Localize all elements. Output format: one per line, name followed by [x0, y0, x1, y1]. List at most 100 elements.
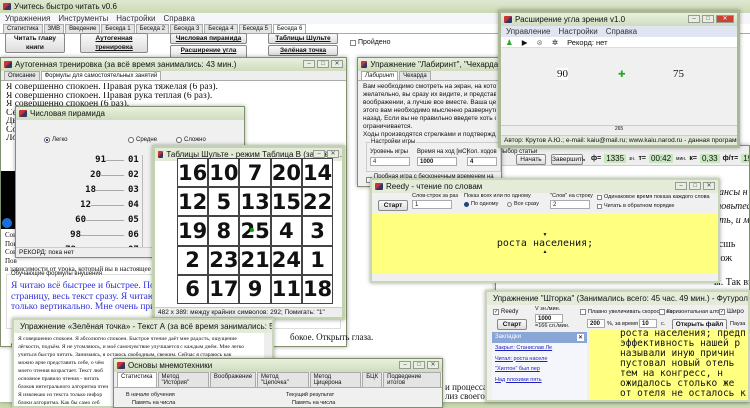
close-button[interactable]: ✕ — [703, 182, 715, 190]
schulte-cell[interactable]: 6 — [177, 274, 209, 304]
schulte-cell[interactable]: 18 — [301, 274, 334, 304]
schulte-cell[interactable]: 2 — [177, 245, 209, 275]
schulte-cell[interactable]: 14 — [301, 158, 334, 188]
green-dot-button[interactable]: Зелёная точка — [268, 45, 338, 56]
words-input[interactable]: 1 — [412, 200, 452, 209]
schulte-cell[interactable]: 3 — [301, 216, 334, 246]
wide-checkbox[interactable]: ✓ Широ — [719, 308, 744, 315]
schulte-cell[interactable]: 20 — [270, 158, 302, 188]
bookmark-link[interactable]: "Хилтон" был пер — [495, 364, 587, 375]
tab-formulas[interactable]: Формулы для самостоятельных занятий — [40, 71, 162, 80]
schulte-button[interactable]: Таблицы Шульте — [268, 33, 338, 44]
minimize-button[interactable]: – — [675, 182, 687, 190]
radio-medium[interactable]: Средне — [128, 137, 157, 143]
radio-all[interactable]: Все сразу — [507, 201, 539, 207]
speed-input[interactable]: 1000 — [535, 314, 563, 323]
menu-settings[interactable]: Настройки — [116, 14, 155, 23]
percent-input[interactable]: 200 — [587, 319, 605, 328]
tab-statistics[interactable]: Статистика — [3, 24, 43, 33]
schulte-cell[interactable]: 10 — [208, 158, 240, 188]
schulte-cell[interactable]: 7 — [239, 158, 271, 188]
minimize-button[interactable]: – — [313, 150, 325, 158]
menu-control[interactable]: Управление — [506, 27, 550, 36]
passed-checkbox[interactable]: Пройдено — [350, 39, 390, 46]
close-button[interactable]: ✕ — [331, 60, 343, 68]
schulte-cell[interactable]: 15 — [270, 187, 302, 217]
horizontal-scrollbar[interactable]: 265 — [501, 125, 737, 133]
schulte-cell[interactable]: 22 — [301, 187, 334, 217]
menu-help[interactable]: Справка — [606, 27, 637, 36]
bookmark-link[interactable]: Читал: роста населе — [495, 354, 587, 365]
play-icon[interactable]: ▶ — [522, 38, 528, 47]
close-button[interactable]: ✕ — [427, 361, 439, 369]
menu-exercises[interactable]: Упражнения — [5, 14, 50, 23]
tab-chain[interactable]: Метод "Цепочка" — [257, 372, 309, 387]
schulte-cell[interactable]: 8 — [208, 216, 240, 246]
close-button[interactable]: ✕ — [327, 150, 339, 158]
start-button[interactable]: Старт — [497, 319, 527, 330]
horizontal-checkbox[interactable]: Горизонтальная шторка — [659, 309, 728, 315]
finish-button[interactable]: Завершить — [551, 154, 585, 165]
tab-talk-1[interactable]: Беседа 1 — [101, 24, 135, 33]
bookmark-link[interactable]: Закрыт: Станислав Ле — [495, 343, 587, 354]
schulte-cell[interactable]: 12 — [177, 187, 209, 217]
schulte-cell[interactable]: 19 — [177, 216, 209, 246]
tab-leapfrog[interactable]: Чехарда — [399, 71, 431, 80]
tab-talk-5[interactable]: Беседа 5 — [238, 24, 272, 33]
pyramid-button[interactable]: Числовая пирамида — [170, 33, 247, 44]
start-button[interactable]: Старт — [378, 200, 408, 211]
read-chapter-button[interactable]: Читать главу книги — [5, 33, 65, 53]
tab-description[interactable]: Описание — [4, 71, 40, 80]
maximize-button[interactable]: □ — [317, 60, 329, 68]
video-player[interactable] — [1, 171, 16, 229]
schulte-cell[interactable]: 13 — [239, 187, 271, 217]
tab-summary[interactable]: Подведение итогов — [383, 372, 441, 387]
maximize-button[interactable]: □ — [689, 182, 701, 190]
begin-button[interactable]: Начать — [516, 154, 546, 165]
level-input[interactable]: 4 — [370, 157, 410, 166]
minimize-button[interactable]: – — [399, 361, 411, 369]
autogenic-button[interactable]: Аутогенная тренировка — [80, 33, 148, 53]
radio-one[interactable]: По одному — [464, 201, 498, 207]
stop-icon[interactable]: ⊗ — [537, 38, 543, 47]
settings-icon[interactable]: ✲ — [552, 38, 558, 47]
figure-icon[interactable]: ♟ — [506, 38, 513, 47]
menu-settings[interactable]: Настройки — [558, 27, 597, 36]
minimize-button[interactable]: – — [688, 15, 700, 23]
tab-zmv[interactable]: ЗМВ — [43, 24, 65, 33]
maximize-button[interactable]: □ — [702, 15, 714, 23]
tab-bck[interactable]: БЦК — [362, 372, 383, 387]
schulte-cell[interactable]: 9 — [239, 274, 271, 304]
schulte-cell[interactable]: 21 — [239, 245, 271, 275]
tab-talk-2[interactable]: Беседа 2 — [135, 24, 169, 33]
schulte-cell[interactable]: 23 — [208, 245, 240, 275]
schulte-cell[interactable]: 25 — [239, 216, 271, 246]
bookmark-link[interactable]: Над плохими пять — [495, 375, 587, 386]
tab-story[interactable]: Метод "История" — [157, 372, 209, 387]
schulte-cell[interactable]: 4 — [270, 216, 302, 246]
menu-help[interactable]: Справка — [164, 14, 195, 23]
close-button[interactable]: ✕ — [716, 15, 734, 23]
menu-tools[interactable]: Инструменты — [58, 14, 108, 23]
reverse-checkbox[interactable]: Читать в обратном порядке — [597, 203, 674, 209]
schulte-cell[interactable]: 17 — [208, 274, 240, 304]
maximize-button[interactable]: □ — [413, 361, 425, 369]
schulte-cell[interactable]: 24 — [270, 245, 302, 275]
tab-talk-6[interactable]: Беседа 6 — [272, 24, 307, 33]
time-input[interactable]: 1000 — [417, 157, 457, 166]
tab-intro[interactable]: Введение — [65, 24, 101, 33]
moves-input[interactable]: 4 — [467, 157, 497, 166]
tab-statistics[interactable]: Статистика — [117, 372, 157, 387]
minimize-button[interactable]: – — [303, 60, 315, 68]
tab-labyrinth[interactable]: Лабиринт — [361, 71, 399, 80]
tab-cicero[interactable]: Метод Цицерона — [309, 372, 362, 387]
same-time-checkbox[interactable]: Одинаковое время показа каждого слова — [597, 194, 710, 200]
schulte-cell[interactable]: 1 — [301, 245, 334, 275]
reedy-checkbox[interactable]: ✓ Reedy — [493, 309, 518, 315]
seconds-input[interactable]: 10 — [639, 319, 657, 328]
radio-hard[interactable]: Сложно — [176, 137, 206, 143]
schulte-cell[interactable]: 16 — [177, 158, 209, 188]
schulte-cell[interactable]: 5 — [208, 187, 240, 217]
tab-talk-4[interactable]: Беседа 4 — [204, 24, 238, 33]
close-icon[interactable]: ✕ — [576, 334, 584, 341]
